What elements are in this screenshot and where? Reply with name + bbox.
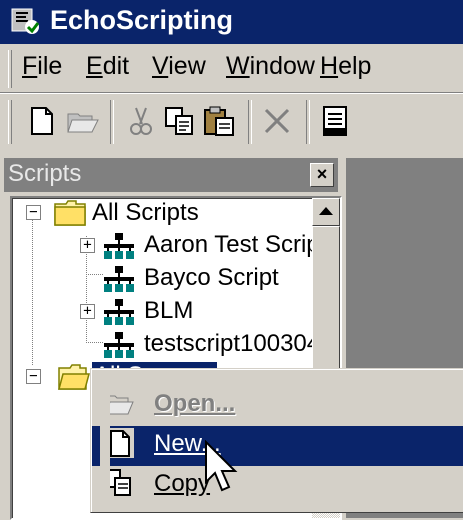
tree-item-script[interactable]: Aaron Test Script xyxy=(144,231,326,259)
folder-icon xyxy=(54,200,86,226)
title-bar[interactable]: EchoScripting xyxy=(0,0,463,44)
expand-toggle[interactable]: + xyxy=(80,238,95,253)
scripts-panel-header: Scripts xyxy=(4,158,338,192)
menu-help-mnemonic: H xyxy=(320,52,339,80)
menubar-grip[interactable] xyxy=(8,50,12,88)
window-title: EchoScripting xyxy=(50,5,234,35)
scroll-thumb[interactable] xyxy=(312,226,340,378)
menu-window-mnemonic: W xyxy=(226,52,250,80)
hidden-tree-edge xyxy=(100,392,110,502)
delete-icon[interactable] xyxy=(260,104,294,138)
tree-item-all-scripts[interactable]: All Scripts xyxy=(92,199,199,227)
toolbar-separator xyxy=(110,100,114,144)
scripts-panel-title: Scripts xyxy=(8,160,82,187)
menu-view-rest: iew xyxy=(168,52,206,80)
tree-item-script[interactable]: BLM xyxy=(144,297,193,325)
menu-window-rest: indow xyxy=(249,52,315,80)
toolbar-separator xyxy=(306,100,310,144)
menu-help-rest: elp xyxy=(338,52,372,80)
script-icon xyxy=(104,332,134,358)
menu-edit-mnemonic: E xyxy=(86,52,103,80)
menu-file-rest: ile xyxy=(37,52,63,80)
cut-icon[interactable] xyxy=(124,104,158,138)
toolbar-separator xyxy=(248,100,252,144)
context-menu-copy[interactable]: Copy xyxy=(92,466,463,506)
scroll-up-button[interactable] xyxy=(312,198,340,226)
tree-line xyxy=(32,220,33,366)
paste-icon[interactable] xyxy=(202,104,236,138)
copy-icon[interactable] xyxy=(162,104,196,138)
menu-window[interactable]: Window xyxy=(226,52,315,81)
context-menu-new[interactable]: New... xyxy=(92,426,463,466)
properties-icon[interactable] xyxy=(318,104,352,138)
collapse-toggle[interactable]: − xyxy=(26,205,41,220)
menu-edit-rest: dit xyxy=(102,52,130,80)
open-folder-icon[interactable] xyxy=(66,104,100,138)
menu-help[interactable]: Help xyxy=(320,52,371,81)
tree-item-script[interactable]: Bayco Script xyxy=(144,264,279,292)
expand-toggle[interactable]: + xyxy=(80,304,95,319)
context-menu-open[interactable]: Open... xyxy=(92,386,463,426)
new-file-icon[interactable] xyxy=(24,104,58,138)
collapse-toggle[interactable]: − xyxy=(26,369,41,384)
context-menu-open-label: Open... xyxy=(154,390,236,417)
menu-view-mnemonic: V xyxy=(152,52,169,80)
panel-close-button[interactable]: × xyxy=(310,163,334,187)
mouse-cursor-icon xyxy=(205,440,238,492)
menu-view[interactable]: View xyxy=(152,52,206,81)
tree-item-script[interactable]: testscript100304 xyxy=(144,330,320,358)
app-icon xyxy=(10,7,42,37)
menu-file[interactable]: File xyxy=(22,52,62,81)
toolbar-grip[interactable] xyxy=(8,100,12,144)
arrow-up-icon xyxy=(319,207,333,215)
menu-edit[interactable]: Edit xyxy=(86,52,129,81)
script-icon xyxy=(104,266,134,292)
open-folder-icon xyxy=(58,364,90,390)
script-icon xyxy=(104,299,134,325)
script-icon xyxy=(104,233,134,259)
menu-file-mnemonic: F xyxy=(22,52,38,80)
